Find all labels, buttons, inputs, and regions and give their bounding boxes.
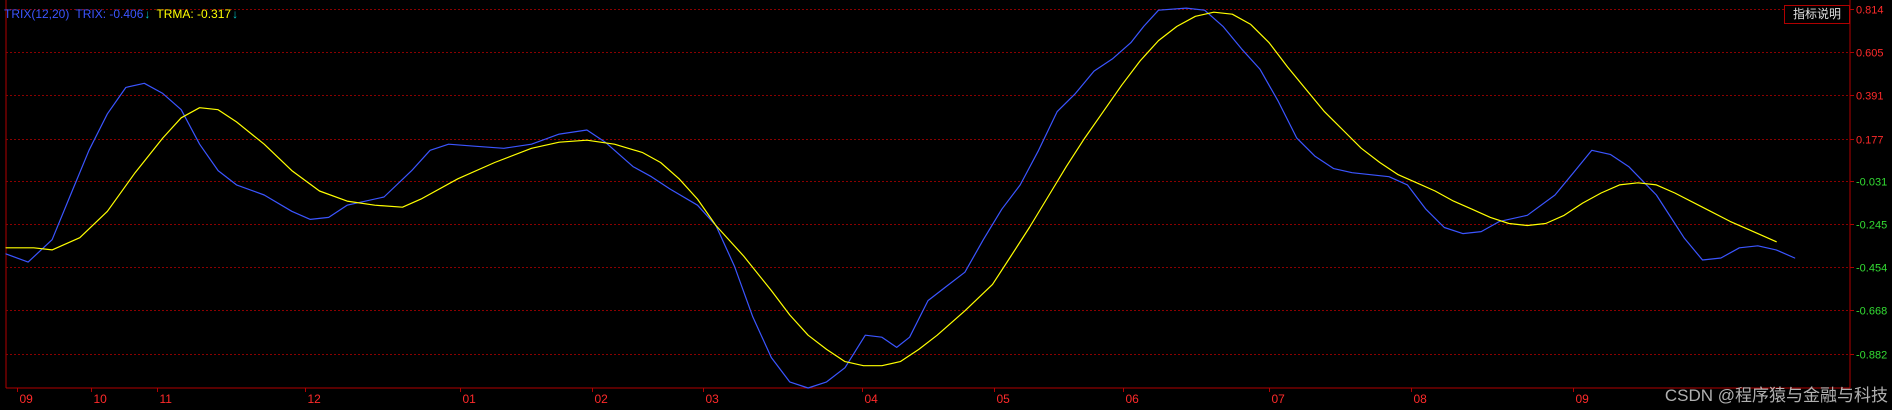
x-tick-label: 01 bbox=[463, 392, 477, 406]
y-tick-label: -0.031 bbox=[1856, 177, 1887, 189]
x-tick-label: 10 bbox=[94, 392, 108, 406]
x-tick-label: 07 bbox=[1272, 392, 1286, 406]
watermark-text: CSDN @程序猿与金融与科技 bbox=[1664, 386, 1888, 405]
x-tick-label: 09 bbox=[20, 392, 34, 406]
y-tick-label: -0.454 bbox=[1856, 263, 1887, 275]
indicator-name: TRIX(12,20) bbox=[4, 7, 70, 21]
indicator-help-button[interactable]: 指标说明 bbox=[1783, 5, 1850, 24]
y-tick-label: 0.177 bbox=[1856, 135, 1884, 147]
x-tick-label: 11 bbox=[160, 392, 173, 406]
trix-value-label: TRIX: -0.406 bbox=[75, 7, 144, 21]
y-tick-label: 0.391 bbox=[1856, 91, 1884, 103]
x-tick-label: 03 bbox=[706, 392, 720, 406]
x-tick-label: 06 bbox=[1126, 392, 1140, 406]
x-tick-label: 02 bbox=[595, 392, 609, 406]
y-tick-label: -0.668 bbox=[1856, 306, 1887, 318]
trix-indicator-panel: 0.814 0.605 0.391 0.177 -0.031 -0.245 -0.454 -0… bbox=[0, 0, 1892, 410]
indicator-legend: TRIX(12,20) TRIX: -0.406↓ TRMA: -0.317↓ bbox=[4, 6, 238, 22]
trma-down-arrow-icon: ↓ bbox=[232, 7, 239, 21]
x-tick-label: 09 bbox=[1576, 392, 1590, 406]
y-tick-label: 0.814 bbox=[1856, 5, 1884, 17]
trma-series-line bbox=[5, 11, 1777, 367]
x-tick-label: 12 bbox=[308, 392, 322, 406]
y-tick-label: 0.605 bbox=[1856, 48, 1884, 60]
trix-down-arrow-icon: ↓ bbox=[144, 7, 151, 21]
x-tick-label: 05 bbox=[997, 392, 1011, 406]
x-tick-label: 04 bbox=[865, 392, 879, 406]
y-tick-label: -0.882 bbox=[1856, 350, 1887, 362]
x-tick-label: 08 bbox=[1414, 392, 1428, 406]
trma-value-label: TRMA: -0.317 bbox=[156, 7, 232, 21]
trix-chart: 0.814 0.605 0.391 0.177 -0.031 -0.245 -0.454 -0… bbox=[5, 0, 1887, 406]
trix-series-line bbox=[5, 7, 1796, 389]
y-tick-label: -0.245 bbox=[1856, 220, 1887, 232]
